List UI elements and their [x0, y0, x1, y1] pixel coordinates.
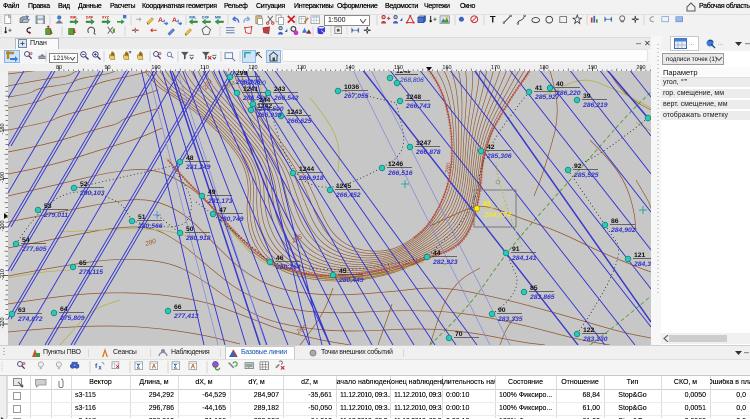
svg-text:1245: 1245	[336, 183, 351, 190]
svg-text:А: А	[152, 365, 157, 371]
svg-text:259,972: 259,972	[419, 71, 444, 73]
svg-text:1246: 1246	[388, 161, 403, 168]
svg-text:А: А	[191, 365, 196, 371]
svg-text:285,525: 285,525	[573, 172, 599, 179]
svg-text:49: 49	[208, 189, 216, 196]
svg-text:266,305: 266,305	[235, 79, 261, 86]
svg-text:92: 92	[574, 163, 582, 170]
svg-text:XYZ: XYZ	[102, 15, 110, 19]
svg-text:280,264: 280,264	[275, 264, 301, 271]
svg-text:43: 43	[483, 201, 491, 208]
svg-text:DXF: DXF	[86, 15, 94, 19]
svg-text:66: 66	[174, 304, 182, 311]
svg-text:Σ: Σ	[137, 365, 141, 371]
svg-text:46: 46	[276, 255, 284, 262]
svg-text:1241: 1241	[243, 86, 258, 93]
svg-text:А: А	[158, 17, 163, 24]
svg-text:283,865: 283,865	[529, 294, 555, 301]
svg-text:266,625: 266,625	[286, 118, 312, 125]
svg-text:285,306: 285,306	[486, 153, 512, 160]
svg-text:85: 85	[530, 285, 538, 292]
svg-text:266,500: 266,500	[258, 106, 284, 113]
svg-text:279,011: 279,011	[43, 212, 68, 219]
svg-text:44: 44	[433, 250, 441, 257]
svg-text:284,381: 284,381	[633, 261, 651, 268]
svg-text:266,452: 266,452	[335, 192, 361, 199]
svg-text:280,749: 280,749	[218, 216, 244, 223]
svg-text:1243: 1243	[287, 109, 302, 116]
svg-text:285,927: 285,927	[534, 94, 561, 101]
svg-text:91: 91	[512, 246, 520, 253]
svg-text:XML: XML	[70, 15, 78, 19]
svg-text:281,173: 281,173	[207, 198, 233, 205]
svg-text:268,806: 268,806	[399, 77, 424, 84]
svg-text:63: 63	[18, 307, 26, 314]
svg-text:x: x	[98, 366, 102, 372]
svg-text:1248: 1248	[406, 94, 421, 101]
svg-text:277,605: 277,605	[21, 246, 47, 253]
svg-text:274,872: 274,872	[17, 316, 43, 323]
svg-text:280,449: 280,449	[338, 277, 364, 284]
svg-text:47: 47	[219, 207, 227, 214]
svg-text:266,918: 266,918	[298, 175, 324, 182]
svg-text:DXF: DXF	[202, 15, 210, 19]
svg-text:286,219: 286,219	[582, 102, 608, 109]
svg-text:48: 48	[186, 155, 194, 162]
svg-text:284,574: 284,574	[483, 210, 512, 219]
svg-text:266,542: 266,542	[273, 95, 299, 102]
svg-text:280,918: 280,918	[185, 235, 211, 242]
svg-text:-220: -220	[0, 317, 6, 328]
svg-text:64: 64	[60, 306, 68, 313]
svg-text:122: 122	[583, 327, 595, 334]
svg-text:281,249: 281,249	[185, 164, 211, 171]
svg-text:266,516: 266,516	[387, 170, 413, 177]
svg-text:70: 70	[455, 331, 463, 338]
svg-text:40: 40	[556, 81, 564, 88]
svg-text:54: 54	[22, 237, 30, 244]
svg-text:Σ: Σ	[174, 365, 178, 371]
svg-text:1244: 1244	[299, 166, 314, 173]
svg-text:278,115: 278,115	[78, 269, 103, 276]
svg-text:53: 53	[44, 203, 52, 210]
svg-text:51: 51	[138, 214, 146, 221]
svg-text:T: T	[490, 15, 496, 25]
svg-text:А: А	[172, 17, 177, 24]
svg-text:266,939: 266,939	[256, 112, 282, 119]
svg-text:280,103: 280,103	[79, 190, 105, 197]
svg-text:266,878: 266,878	[415, 149, 441, 156]
svg-text:42: 42	[487, 144, 495, 151]
svg-text:-180: -180	[0, 123, 6, 134]
svg-text:45: 45	[339, 268, 347, 275]
svg-text:284,902: 284,902	[610, 227, 636, 234]
svg-text:121: 121	[634, 252, 646, 259]
svg-text:-210: -210	[0, 269, 6, 280]
svg-text:244: 244	[259, 97, 271, 104]
svg-text:90: 90	[498, 307, 506, 314]
svg-text:1036: 1036	[344, 84, 359, 91]
svg-text:277,413: 277,413	[173, 313, 199, 320]
svg-text:86: 86	[611, 218, 619, 225]
svg-text:283,330: 283,330	[582, 336, 608, 343]
svg-text:266,743: 266,743	[405, 103, 431, 110]
svg-text:275,809: 275,809	[59, 315, 85, 322]
svg-text:52: 52	[80, 181, 88, 188]
svg-text:-190: -190	[0, 172, 6, 183]
svg-text:267,055: 267,055	[343, 93, 369, 100]
svg-text:41: 41	[535, 85, 543, 92]
svg-text:39: 39	[583, 93, 591, 100]
svg-text:50: 50	[186, 226, 194, 233]
svg-text:243: 243	[274, 86, 286, 93]
svg-text:-200: -200	[0, 220, 6, 231]
svg-text:XML: XML	[189, 15, 197, 19]
svg-text:282,923: 282,923	[432, 259, 458, 266]
svg-text:65: 65	[79, 260, 87, 267]
svg-text:280,566: 280,566	[137, 223, 163, 230]
svg-text:283,335: 283,335	[497, 316, 523, 323]
svg-text:1247: 1247	[416, 140, 431, 147]
svg-text:MIF: MIF	[215, 15, 222, 19]
svg-text:284,141: 284,141	[511, 255, 537, 262]
